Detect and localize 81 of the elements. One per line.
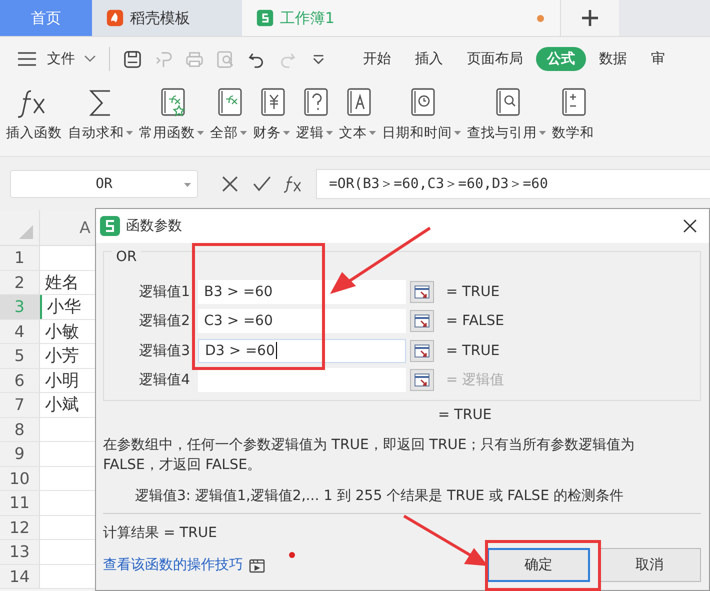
function-description: 在参数组中，任何一个参数逻辑值为 TRUE，即返回 TRUE；只有当所有参数逻辑值为 FALSE，才返回 FALSE。 — [103, 436, 636, 475]
range-select-icon — [414, 284, 430, 299]
table-cell-text: 小芳 — [44, 345, 80, 368]
argument-result: = FALSE — [446, 313, 504, 330]
argument-label: 逻辑值4 — [138, 371, 190, 390]
file-menu[interactable]: 文件 — [47, 50, 75, 68]
formula-field[interactable]: =OR(B3＞=60,C3＞=60,D3＞=60 — [316, 168, 710, 198]
row-header[interactable]: 10 — [0, 466, 40, 490]
ribbon-tab[interactable]: 插入 — [404, 47, 454, 71]
flame-icon — [106, 9, 124, 27]
ribbon-button[interactable]: 常用函数 — [139, 81, 204, 142]
document-tab[interactable]: 稻壳模板 — [92, 0, 242, 36]
row-header[interactable]: 5 — [0, 344, 40, 368]
ribbon-button[interactable]: 查找与引用 — [467, 81, 546, 142]
row-header[interactable]: 12 — [0, 516, 40, 539]
argument-result: = TRUE — [446, 342, 500, 359]
video-icon[interactable] — [249, 558, 265, 572]
close-icon[interactable] — [683, 219, 697, 233]
range-select-button[interactable] — [410, 369, 434, 392]
new-tab-button[interactable] — [560, 0, 619, 36]
ribbon-tab[interactable]: 开始 — [352, 47, 402, 71]
row-header[interactable]: 6 — [0, 368, 40, 392]
row-header[interactable]: 1 — [0, 246, 40, 270]
dialog-title: 函数参数 — [126, 217, 182, 235]
row-header[interactable]: 13 — [0, 540, 40, 564]
row-header[interactable]: 7 — [0, 393, 40, 416]
argument-field[interactable]: B3 > =60 — [198, 280, 406, 304]
ribbon-button[interactable]: 插入函数 — [6, 81, 62, 142]
argument-label: 逻辑值3 — [138, 342, 190, 360]
argument-label: 逻辑值1 — [138, 282, 190, 301]
range-select-icon — [414, 344, 430, 358]
ribbon-tab[interactable]: 数据 — [588, 47, 638, 71]
ribbon-button[interactable]: 文本 — [339, 81, 376, 142]
formula-result: = TRUE — [437, 407, 493, 423]
plus-icon — [581, 9, 599, 27]
dropdown-icon — [184, 182, 191, 186]
ribbon-button[interactable]: 自动求和 — [68, 81, 133, 142]
ribbon-tab[interactable]: 审 — [640, 47, 676, 71]
chevron-down-icon[interactable] — [84, 55, 96, 63]
row-header[interactable]: 14 — [0, 564, 40, 588]
spreadsheet-icon — [256, 9, 274, 27]
row-header[interactable]: 8 — [0, 418, 40, 441]
row-header[interactable]: 11 — [0, 491, 40, 514]
app-icon — [100, 216, 120, 236]
ribbon-button[interactable]: 日期和时间 — [382, 81, 461, 142]
row-header[interactable]: 2 — [0, 270, 40, 294]
argument-field[interactable] — [198, 368, 406, 392]
cancel-icon[interactable] — [220, 174, 240, 194]
ribbon-button[interactable]: 逻辑 — [296, 81, 333, 142]
ribbon-button[interactable]: 数学和 — [552, 81, 594, 142]
argument-result: = TRUE — [446, 284, 500, 300]
save-icon[interactable] — [123, 50, 142, 68]
argument-field[interactable]: C3 > =60 — [198, 309, 406, 334]
ribbon-button[interactable]: 财务 — [253, 81, 290, 142]
help-link[interactable]: 查看该函数的操作技巧 — [103, 556, 243, 574]
dialog-button[interactable]: 确定 — [487, 548, 590, 582]
table-cell-text: 小敏 — [44, 320, 80, 343]
name-box[interactable]: OR — [10, 170, 198, 198]
range-select-button[interactable] — [410, 280, 434, 303]
table-cell-text: 小明 — [44, 370, 80, 392]
ribbon-button[interactable]: 全部 — [210, 81, 247, 142]
argument-label: 逻辑值2 — [138, 312, 190, 330]
dialog-button[interactable]: 取消 — [598, 548, 701, 582]
argument-field[interactable]: D3 > =60 — [198, 338, 406, 363]
corner-triangle-icon — [19, 225, 33, 239]
range-select-icon — [414, 373, 430, 388]
range-select-icon — [414, 314, 430, 328]
table-cell-text: 姓名 — [44, 272, 80, 294]
table-cell-text: 小斌 — [44, 394, 80, 416]
range-select-button[interactable] — [410, 340, 434, 362]
argument-result: = 逻辑值 — [446, 371, 504, 390]
notification-dot — [289, 552, 295, 558]
range-select-button[interactable] — [410, 310, 434, 332]
row-header[interactable]: 9 — [0, 442, 40, 466]
function-icon[interactable] — [284, 174, 304, 194]
check-icon[interactable] — [252, 174, 272, 194]
argument-description: 逻辑值3: 逻辑值1,逻辑值2,... 1 到 255 个结果是 TRUE 或 FALSE 的检测条件 — [135, 487, 625, 505]
ribbon-tab[interactable]: 页面布局 — [456, 47, 534, 71]
calculation-result: 计算结果 = TRUE — [103, 524, 218, 542]
menu-icon[interactable] — [18, 52, 36, 66]
row-header[interactable]: 4 — [0, 320, 40, 343]
